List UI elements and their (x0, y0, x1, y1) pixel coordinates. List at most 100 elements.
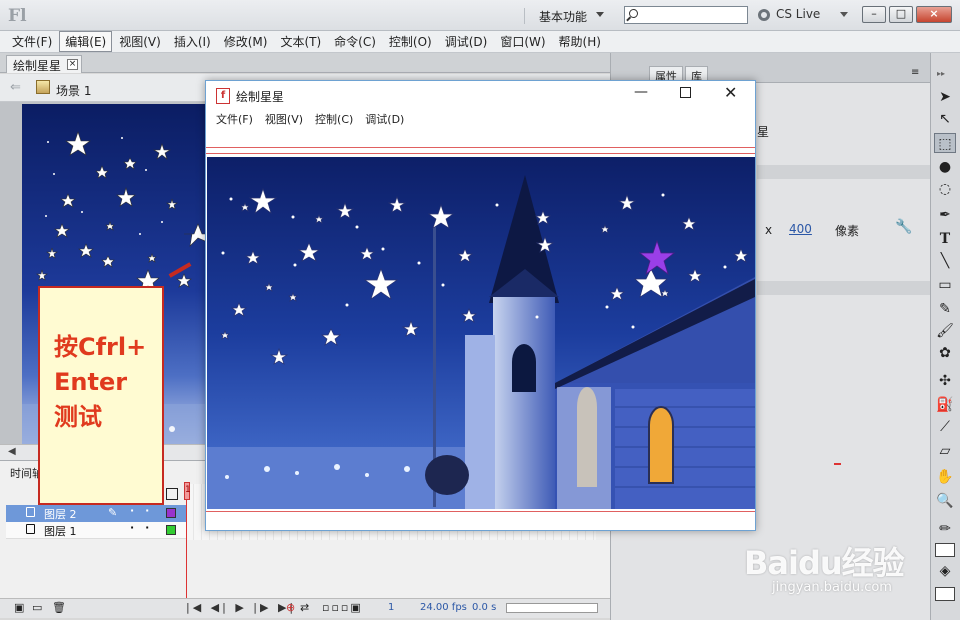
pen-tool-icon[interactable]: ✒ (934, 205, 956, 225)
help-search-input[interactable] (624, 6, 748, 24)
close-icon[interactable]: × (67, 59, 78, 70)
3d-rotation-tool-icon[interactable]: ● (934, 157, 956, 177)
unit-label: 像素 (835, 224, 860, 238)
preview-menu-control[interactable]: 控制(C) (309, 111, 359, 127)
fill-bucket-icon[interactable]: ◈ (934, 561, 956, 581)
preview-menu-debug[interactable]: 调试(D) (359, 111, 410, 127)
menu-help[interactable]: 帮助(H) (553, 31, 607, 52)
document-tab[interactable]: 绘制星星 × (6, 55, 82, 73)
menu-insert[interactable]: 插入(I) (168, 31, 217, 52)
menu-text[interactable]: 文本(T) (274, 31, 327, 52)
layer-row[interactable]: 图层 2 ✎ ·· (6, 504, 186, 522)
onion-skin-icons[interactable]: ▫▫▫▣ (322, 601, 363, 614)
stroke-color-icon[interactable]: ✏ (934, 519, 956, 539)
x-label: x (765, 223, 773, 237)
menu-bar: 文件(F) 编辑(E) 视图(V) 插入(I) 修改(M) 文本(T) 命令(C… (0, 31, 960, 53)
flash-logo-icon: Fl (8, 6, 27, 26)
hand-tool-icon[interactable]: ✋ (934, 467, 956, 487)
panel-menu-icon[interactable]: ≡ (911, 67, 919, 78)
scroll-left-icon[interactable]: ◀ (8, 446, 16, 457)
workspace-label: 基本功能 (539, 10, 588, 24)
preview-menu-bar: 文件(F) 视图(V) 控制(C) 调试(D) (206, 109, 755, 129)
instance-name: 星 (757, 125, 770, 139)
new-folder-icon[interactable]: ▭ (32, 601, 42, 614)
scene-icon (36, 80, 50, 94)
menu-control[interactable]: 控制(O) (383, 31, 438, 52)
subselection-tool-icon[interactable]: ↖ (934, 109, 956, 129)
menu-debug[interactable]: 调试(D) (439, 31, 494, 52)
preview-menu-file[interactable]: 文件(F) (210, 111, 259, 127)
pencil-icon: ✎ (108, 506, 118, 519)
layer-color-swatch[interactable] (166, 525, 176, 535)
elapsed-time: 0.0 s (472, 602, 497, 613)
guide-line (206, 147, 755, 148)
flash-player-icon: f (216, 88, 230, 104)
center-frame-icon[interactable]: ⊕ (286, 601, 295, 614)
menu-window[interactable]: 窗口(W) (494, 31, 551, 52)
deco-tool-icon[interactable]: ✿ (934, 343, 956, 363)
lasso-tool-icon[interactable]: ◌ (934, 179, 956, 199)
preview-content[interactable] (206, 131, 755, 530)
menu-file[interactable]: 文件(F) (6, 31, 58, 52)
close-button[interactable]: × (916, 6, 952, 23)
pencil-tool-icon[interactable]: ✎ (934, 299, 956, 319)
menu-edit[interactable]: 编辑(E) (59, 31, 113, 52)
back-arrow-icon[interactable]: ⇐ (10, 80, 21, 95)
cs-live-button[interactable]: CS Live (758, 7, 848, 21)
section-divider (757, 281, 931, 295)
new-layer-icon[interactable]: ▣ (14, 601, 24, 614)
paint-bucket-tool-icon[interactable]: ⛽ (934, 395, 956, 415)
current-frame[interactable]: 1 (388, 602, 394, 613)
delete-icon[interactable]: 🗑 (52, 601, 66, 614)
fill-color-swatch[interactable] (935, 543, 955, 557)
rectangle-tool-icon[interactable]: ▭ (934, 275, 956, 295)
free-transform-tool-icon[interactable]: ⬚ (934, 133, 956, 153)
eyedropper-tool-icon[interactable]: ⟋ (934, 417, 956, 437)
wrench-icon[interactable]: 🔧 (895, 219, 912, 235)
layer-row[interactable]: 图层 1 ·· (6, 521, 186, 539)
preview-minimize-button[interactable]: — (634, 84, 648, 100)
text-tool-icon[interactable]: T (934, 229, 956, 249)
layer-visibility-lock-dots[interactable]: ·· (130, 521, 160, 534)
guide-line (206, 511, 755, 512)
chevron-down-icon (596, 12, 604, 17)
menu-commands[interactable]: 命令(C) (328, 31, 382, 52)
section-divider (757, 165, 931, 179)
bone-tool-icon[interactable]: ✣ (934, 371, 956, 391)
layer-visibility-lock-dots[interactable]: ·· (130, 504, 160, 517)
preview-maximize-button[interactable] (680, 87, 691, 98)
loop-icon[interactable]: ⇄ (300, 601, 309, 614)
workspace-dropdown[interactable]: 基本功能 (524, 8, 610, 24)
outline-toggle-icon[interactable] (166, 488, 178, 500)
timeline-scrollbar[interactable] (506, 603, 598, 613)
panel-grip-icon[interactable]: ▸▸ (937, 69, 945, 78)
maximize-button[interactable]: □ (889, 6, 913, 23)
note-line: 按Cfrl+ (54, 333, 147, 361)
eraser-tool-icon[interactable]: ▱ (934, 441, 956, 461)
minimize-button[interactable]: – (862, 6, 886, 23)
watermark-brand: Baidu经验 (744, 544, 905, 582)
swap-colors-icon[interactable] (935, 587, 955, 601)
document-tab-label: 绘制星星 (13, 59, 62, 73)
preview-close-button[interactable]: ✕ (724, 83, 737, 102)
brush-tool-icon[interactable]: 🖌 (934, 321, 956, 341)
cs-live-label: CS Live (776, 7, 821, 21)
x-value[interactable]: 400 (789, 222, 812, 236)
night-church-scene (207, 157, 755, 509)
playback-controls[interactable]: |◀ ◀| ▶ |▶ ▶| (186, 601, 296, 614)
line-tool-icon[interactable]: ╲ (934, 251, 956, 271)
layer-color-swatch[interactable] (166, 508, 176, 518)
frame-rate[interactable]: 24.00 fps (420, 602, 467, 613)
chevron-down-icon (840, 12, 848, 17)
playhead-line (186, 500, 187, 614)
preview-menu-view[interactable]: 视图(V) (259, 111, 309, 127)
preview-window: f 绘制星星 — ✕ 文件(F) 视图(V) 控制(C) 调试(D) (205, 80, 756, 531)
selection-tool-icon[interactable]: ➤ (934, 87, 956, 107)
zoom-tool-icon[interactable]: 🔍 (934, 491, 956, 511)
playhead[interactable]: 1 (184, 482, 191, 500)
timeline-footer: ▣ ▭ 🗑 |◀ ◀| ▶ |▶ ▶| ⊕ ⇄ ▫▫▫▣ 1 24.00 fps… (0, 598, 610, 618)
red-marker (834, 463, 841, 465)
menu-view[interactable]: 视图(V) (113, 31, 167, 52)
annotation-note: 按Cfrl+ Enter 测试 (38, 286, 164, 505)
menu-modify[interactable]: 修改(M) (218, 31, 274, 52)
